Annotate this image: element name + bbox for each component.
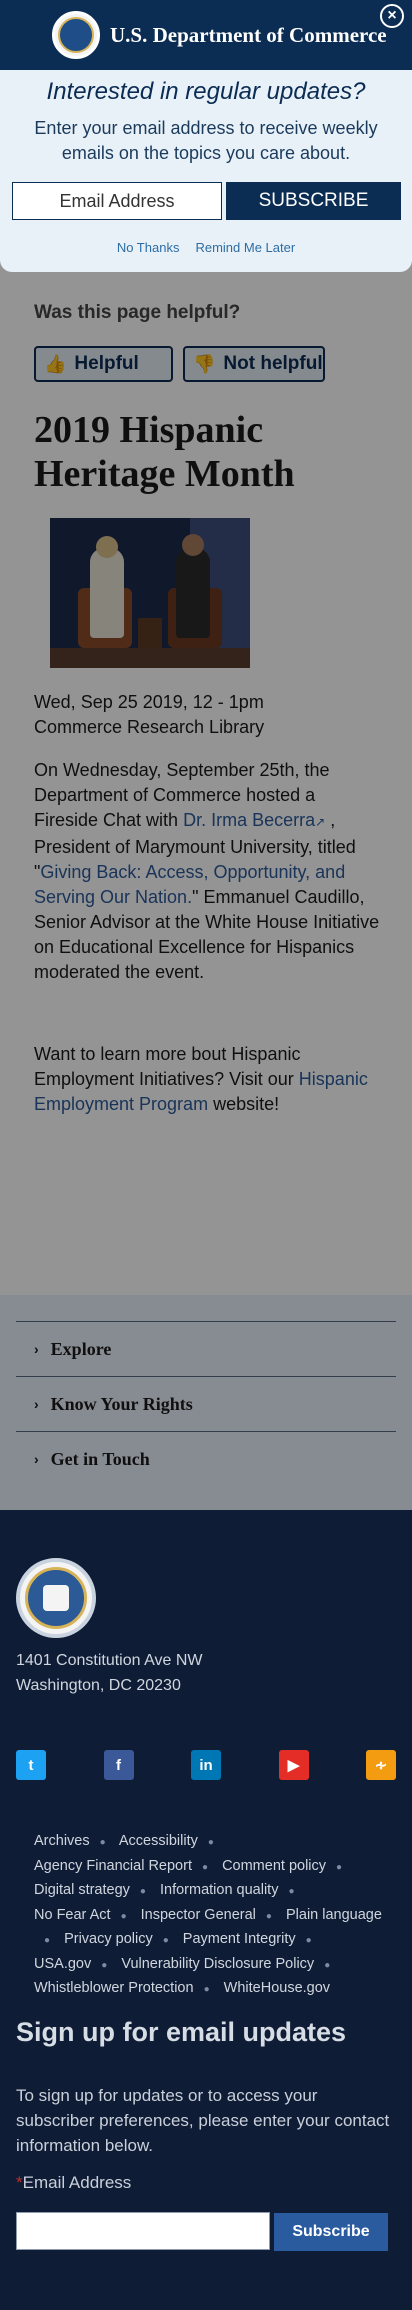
footer-link[interactable]: Agency Financial Report [34, 1858, 192, 1874]
site-title[interactable]: U.S. Department of Commerce [110, 23, 387, 48]
close-icon[interactable]: × [380, 4, 404, 28]
linkedin-icon[interactable]: in [191, 1750, 221, 1780]
footer-link[interactable]: Digital strategy [34, 1882, 130, 1898]
footer-link[interactable]: No Fear Act [34, 1907, 111, 1923]
footer-link[interactable]: Plain language [286, 1907, 382, 1923]
email-label-text: Email Address [22, 2173, 132, 2192]
youtube-icon[interactable]: ▶ [278, 1750, 309, 1780]
modal-overlay[interactable] [0, 70, 412, 1510]
twitter-icon[interactable]: t [16, 1750, 46, 1780]
site-header: U.S. Department of Commerce [0, 0, 412, 70]
address-line-2: Washington, DC 20230 [16, 1677, 181, 1694]
modal-links: No Thanks Remind Me Later [0, 240, 412, 255]
footer-link[interactable]: Payment Integrity [183, 1931, 296, 1947]
footer-link[interactable]: Accessibility [119, 1833, 198, 1849]
footer-links: Archives ● Accessibility ● Agency Financia… [34, 1833, 382, 1996]
signup-title: Sign up for email updates [16, 2017, 347, 2047]
footer-email-input[interactable] [16, 2212, 270, 2250]
footer-link[interactable]: Inspector General [141, 1907, 256, 1923]
footer-link[interactable]: Comment policy [222, 1858, 326, 1874]
footer-link[interactable]: USA.gov [34, 1956, 91, 1972]
modal-subscribe-button[interactable]: SUBSCRIBE [226, 182, 401, 220]
commerce-seal-footer [16, 1558, 96, 1638]
footer-link[interactable]: Vulnerability Disclosure Policy [121, 1956, 314, 1972]
footer-link[interactable]: Privacy policy [64, 1931, 153, 1947]
address-line-1: 1401 Constitution Ave NW [16, 1652, 203, 1669]
social-links: t f in ▶ ∻ [16, 1750, 396, 1780]
required-mark: * [16, 2173, 23, 2192]
commerce-seal-logo[interactable] [52, 11, 100, 59]
footer-address: 1401 Constitution Ave NW Washington, DC … [16, 1648, 202, 1698]
email-field-label: *Email Address [16, 2173, 131, 2193]
footer-link[interactable]: Information quality [160, 1882, 278, 1898]
modal-text: Enter your email address to receive week… [34, 118, 378, 163]
modal-heading: Interested in regular updates? [46, 78, 366, 105]
footer-subscribe-button[interactable]: Subscribe [274, 2213, 388, 2251]
modal-email-input[interactable] [12, 182, 222, 220]
signup-text: To sign up for updates or to access your… [16, 2086, 390, 2155]
site-footer: 1401 Constitution Ave NW Washington, DC … [0, 1510, 412, 2310]
rss-icon[interactable]: ∻ [366, 1750, 396, 1780]
footer-link[interactable]: Archives [34, 1833, 90, 1849]
remind-later-link[interactable]: Remind Me Later [195, 240, 295, 255]
facebook-icon[interactable]: f [103, 1750, 134, 1780]
footer-link[interactable]: WhiteHouse.gov [224, 1980, 330, 1996]
no-thanks-link[interactable]: No Thanks [117, 240, 180, 255]
email-signup-modal: Interested in regular updates? Enter you… [0, 70, 412, 272]
footer-link[interactable]: Whistleblower Protection [34, 1980, 194, 1996]
